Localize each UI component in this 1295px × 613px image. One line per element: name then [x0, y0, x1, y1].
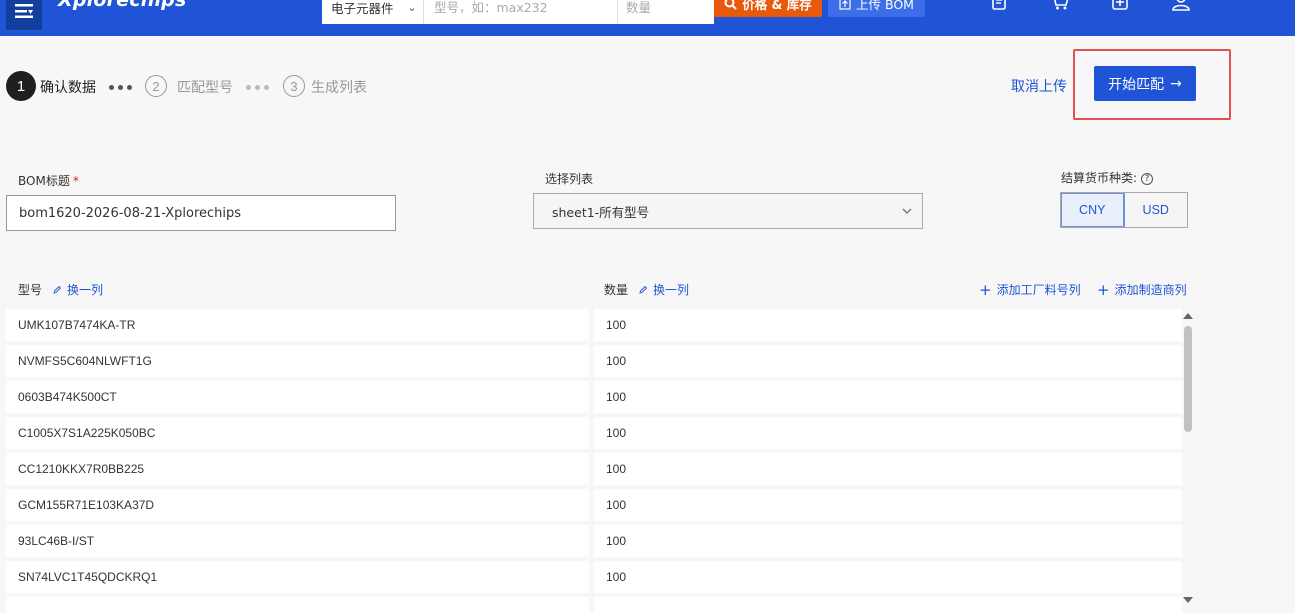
select-list-label: 选择列表	[545, 172, 594, 186]
part-number-cell[interactable]	[6, 597, 589, 613]
scroll-down-arrow-icon[interactable]	[1183, 597, 1193, 603]
table-row: 93LC46B-I/ST 100	[6, 525, 1182, 557]
chevron-down-icon	[902, 208, 912, 214]
step-2-label: 匹配型号	[177, 80, 233, 96]
part-number-cell[interactable]: SN74LVC1T45QDCKRQ1	[6, 561, 589, 593]
search-input[interactable]	[424, 0, 618, 24]
part-column-header: 型号 换一列	[18, 281, 103, 298]
plus-icon: +	[1097, 280, 1110, 299]
part-number-cell[interactable]: NVMFS5C604NLWFT1G	[6, 345, 589, 377]
currency-label: 结算货币种类:?	[1061, 169, 1154, 186]
step-3-label: 生成列表	[311, 80, 367, 96]
step-1-number: 1	[6, 71, 36, 101]
upload-bom-label: 上传 BOM	[856, 0, 914, 12]
sheet-select-value: sheet1-所有型号	[552, 204, 650, 220]
table-row: CC1210KKX7R0BB225 100	[6, 453, 1182, 485]
swap-qty-column-label: 换一列	[653, 283, 690, 297]
table-row: NVMFS5C604NLWFT1G 100	[6, 345, 1182, 377]
quantity-cell[interactable]: 100	[594, 453, 1182, 485]
part-number-cell[interactable]: GCM155R71E103KA37D	[6, 489, 589, 521]
quantity-input[interactable]	[618, 0, 714, 24]
step-separator-dots	[109, 85, 132, 90]
swap-qty-column-link[interactable]: 换一列	[638, 281, 689, 298]
quantity-cell[interactable]: 100	[594, 489, 1182, 521]
bom-title-label: BOM标题 *	[18, 172, 79, 189]
part-header-label: 型号	[18, 283, 43, 297]
part-number-cell[interactable]: CC1210KKX7R0BB225	[6, 453, 589, 485]
top-navigation-bar: Xplorechips 电子元器件 ⌄ 价格 & 库存 上传 BOM	[0, 0, 1295, 36]
add-icon[interactable]	[1109, 0, 1131, 12]
table-row	[6, 597, 1182, 613]
price-stock-label: 价格 & 库存	[742, 0, 812, 12]
quote-icon[interactable]	[988, 0, 1010, 12]
step-2-number: 2	[145, 75, 167, 97]
search-icon	[724, 0, 737, 10]
sheet-select[interactable]: sheet1-所有型号	[533, 193, 923, 229]
currency-usd-button[interactable]: USD	[1124, 193, 1187, 227]
step-separator-dots	[246, 85, 269, 90]
table-row: UMK107B7474KA-TR 100	[6, 309, 1182, 341]
scrollbar-thumb[interactable]	[1184, 326, 1192, 432]
upload-bom-button[interactable]: 上传 BOM	[828, 0, 925, 17]
table-row: 0603B474K500CT 100	[6, 381, 1182, 413]
menu-icon[interactable]	[6, 0, 42, 30]
add-manufacturer-column-link[interactable]: + 添加制造商列	[1097, 281, 1187, 298]
cart-icon[interactable]	[1049, 0, 1071, 12]
part-number-cell[interactable]: 0603B474K500CT	[6, 381, 589, 413]
quantity-cell[interactable]: 100	[594, 561, 1182, 593]
quantity-cell[interactable]: 100	[594, 525, 1182, 557]
price-stock-button[interactable]: 价格 & 库存	[714, 0, 822, 17]
search-category-select[interactable]: 电子元器件 ⌄	[322, 0, 424, 24]
user-icon[interactable]	[1170, 0, 1192, 12]
swap-part-column-link[interactable]: 换一列	[52, 281, 103, 298]
upload-icon	[839, 0, 851, 10]
highlight-annotation	[1073, 49, 1231, 120]
chevron-down-icon: ⌄	[407, 0, 417, 14]
required-mark: *	[72, 174, 79, 188]
step-1-label: 确认数据	[40, 80, 96, 96]
cancel-upload-link[interactable]: 取消上传	[1011, 76, 1067, 96]
search-bar: 电子元器件 ⌄	[322, 0, 714, 24]
currency-toggle: CNY USD	[1060, 192, 1188, 228]
qty-column-header: 数量 换一列	[604, 281, 689, 298]
qty-header-label: 数量	[604, 283, 629, 297]
add-factory-column-link[interactable]: + 添加工厂料号列	[979, 281, 1081, 298]
plus-icon: +	[979, 280, 992, 299]
table-row: C1005X7S1A225K050BC 100	[6, 417, 1182, 449]
bom-title-input[interactable]	[6, 195, 396, 231]
currency-label-text: 结算货币种类:	[1061, 171, 1138, 185]
part-number-cell[interactable]: C1005X7S1A225K050BC	[6, 417, 589, 449]
scroll-up-arrow-icon[interactable]	[1183, 313, 1193, 319]
part-number-cell[interactable]: 93LC46B-I/ST	[6, 525, 589, 557]
part-number-cell[interactable]: UMK107B7474KA-TR	[6, 309, 589, 341]
quantity-cell[interactable]: 100	[594, 381, 1182, 413]
swap-part-column-label: 换一列	[67, 283, 104, 297]
add-factory-column-label: 添加工厂料号列	[996, 283, 1081, 297]
currency-cny-button[interactable]: CNY	[1061, 193, 1125, 227]
help-icon[interactable]: ?	[1141, 173, 1154, 185]
table-scrollbar[interactable]	[1183, 313, 1193, 605]
quantity-cell[interactable]: 100	[594, 309, 1182, 341]
edit-icon	[53, 285, 62, 294]
add-manufacturer-column-label: 添加制造商列	[1114, 283, 1187, 297]
quantity-cell[interactable]: 100	[594, 417, 1182, 449]
quantity-cell[interactable]	[594, 597, 1182, 613]
table-row: SN74LVC1T45QDCKRQ1 100	[6, 561, 1182, 593]
site-logo[interactable]: Xplorechips	[58, 0, 186, 11]
step-3-number: 3	[283, 75, 305, 97]
search-category-label: 电子元器件	[331, 0, 394, 16]
table-row: GCM155R71E103KA37D 100	[6, 489, 1182, 521]
edit-icon	[639, 285, 648, 294]
quantity-cell[interactable]: 100	[594, 345, 1182, 377]
bom-title-label-text: BOM标题	[18, 174, 70, 188]
